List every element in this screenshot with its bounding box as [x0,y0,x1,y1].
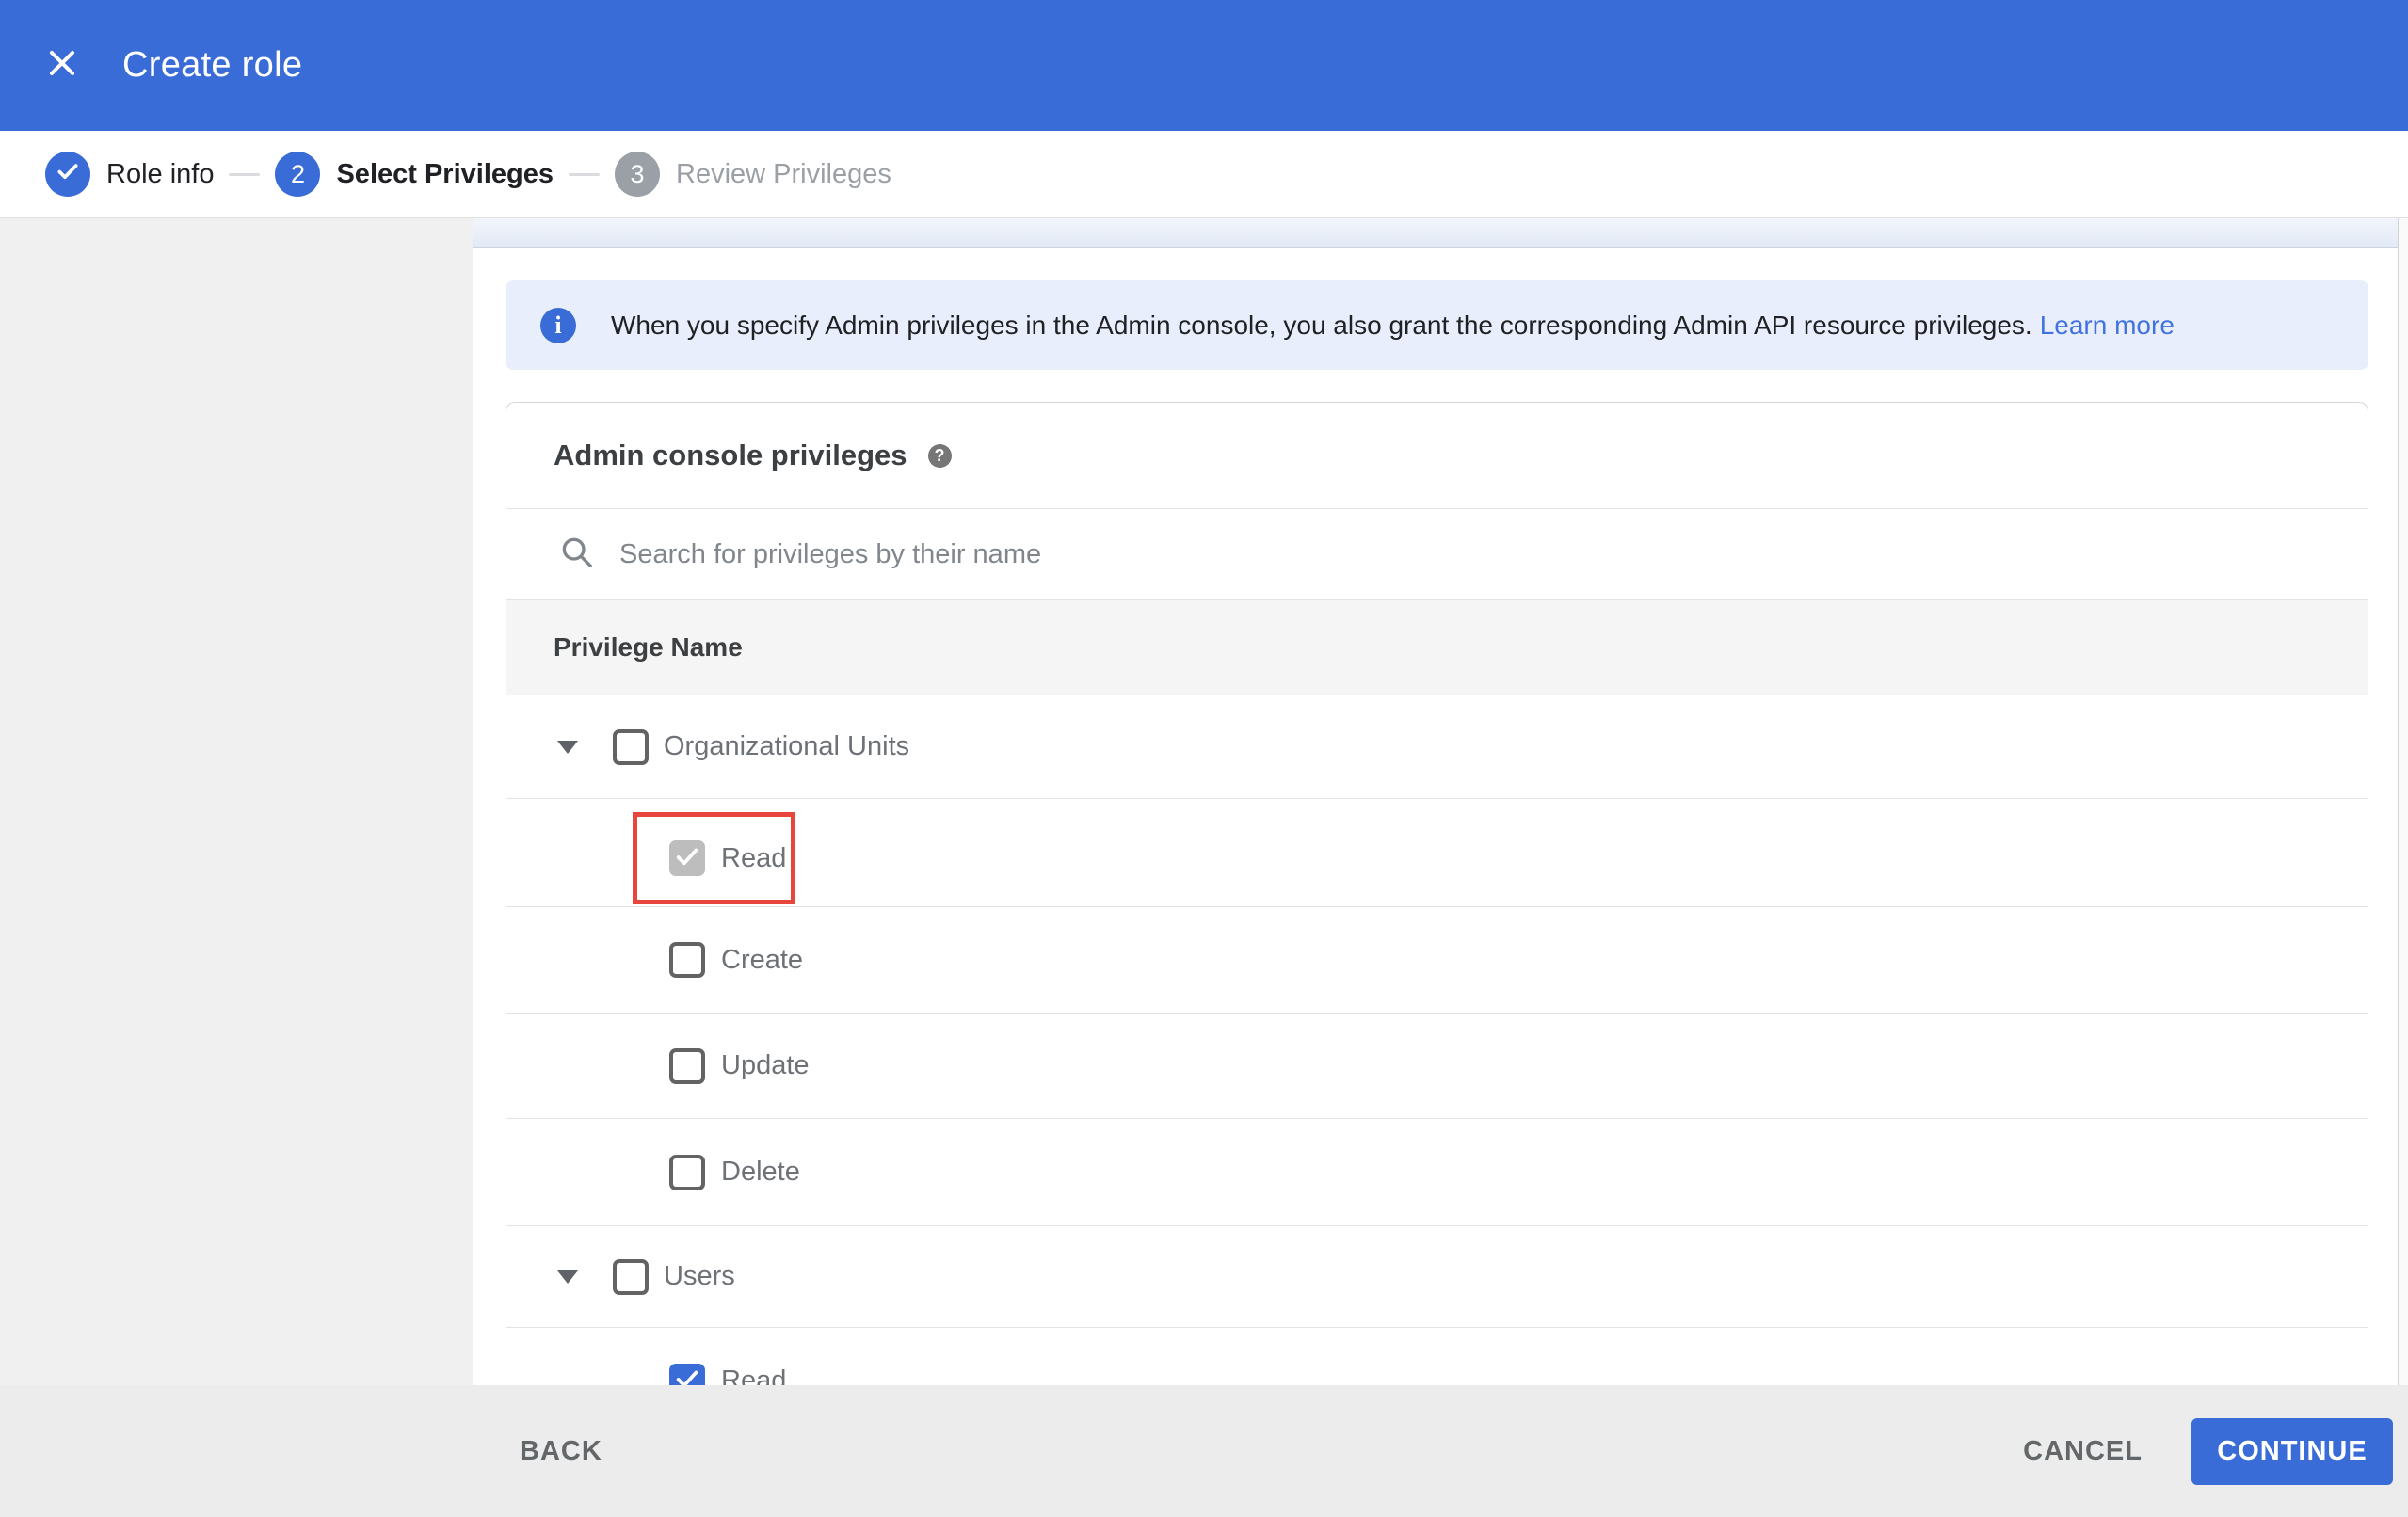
learn-more-link[interactable]: Learn more [2040,311,2175,340]
content-area: i When you specify Admin privileges in t… [0,218,2408,1385]
row-label: Users [664,1261,735,1291]
step2-label: Select Privileges [336,158,554,189]
step-connector [229,172,261,176]
row-label: Delete [721,1157,800,1187]
search-input[interactable] [619,538,2126,570]
page-title: Create role [122,45,303,85]
check-icon [673,842,701,875]
checkbox-organizational-units[interactable] [613,728,649,765]
step3-number-circle: 3 [615,152,660,197]
step-select-privileges[interactable]: 2 Select Privileges [275,152,554,197]
step1-label: Role info [106,158,215,189]
banner-text: When you specify Admin privileges in the… [611,311,2175,341]
privileges-card: Admin console privileges ? Privilege Nam… [506,402,2368,1385]
step3-number: 3 [630,159,645,188]
check-icon [56,159,80,190]
row-label: Create [721,944,804,975]
checkbox-ou-update[interactable] [669,1047,705,1084]
back-button[interactable]: BACK [497,1419,625,1484]
row-ou-create: Create [506,907,2368,1014]
row-ou-update: Update [506,1014,2368,1119]
cancel-button[interactable]: CANCEL [2000,1419,2165,1484]
checkbox-ou-create[interactable] [669,942,705,978]
row-label: Read [721,842,787,873]
step3-label: Review Privileges [676,158,891,189]
info-icon: i [540,307,576,343]
left-empty-panel [0,218,473,1385]
row-ou-read: Read [506,799,2368,907]
step-review-privileges[interactable]: 3 Review Privileges [615,152,891,197]
card-title-row: Admin console privileges ? [506,403,2368,509]
search-icon [558,534,596,576]
table-header: Privilege Name [506,600,2368,695]
banner-message: When you specify Admin privileges in the… [611,310,2032,340]
step2-number: 2 [290,159,305,188]
scrollbar[interactable] [2398,218,2408,1385]
stepper: Role info 2 Select Privileges 3 Review P… [0,131,2408,218]
checkbox-ou-read[interactable] [669,840,705,876]
continue-button[interactable]: CONTINUE [2191,1417,2393,1485]
step2-number-circle: 2 [275,152,321,197]
checkbox-users[interactable] [613,1258,649,1295]
step-role-info[interactable]: Role info [45,152,214,197]
main-column: i When you specify Admin privileges in t… [506,218,2368,1385]
step-connector [569,172,600,176]
close-icon [46,47,78,84]
info-banner: i When you specify Admin privileges in t… [506,280,2368,370]
checkbox-users-read[interactable] [669,1363,705,1385]
step1-check-circle [45,152,90,197]
collapse-arrow-icon[interactable] [557,1269,578,1284]
row-label: Organizational Units [664,731,910,761]
footer-bar: BACK CANCEL CONTINUE [0,1385,2408,1517]
card-title: Admin console privileges [554,439,907,471]
highlight-rectangle: Read [633,812,795,904]
row-users-read: Read [506,1328,2368,1385]
checkbox-ou-delete[interactable] [669,1154,705,1190]
help-icon[interactable]: ? [927,443,952,468]
column-header-privilege-name: Privilege Name [554,632,743,662]
footer-right-group: CANCEL CONTINUE [2000,1417,2408,1485]
search-row [506,509,2368,600]
row-ou-delete: Delete [506,1119,2368,1226]
close-button[interactable] [32,36,92,96]
row-label: Read [721,1365,787,1385]
appbar: Create role [0,0,2408,131]
collapse-arrow-icon[interactable] [557,740,578,754]
row-label: Update [721,1050,810,1080]
row-users: Users [506,1226,2368,1328]
row-organizational-units: Organizational Units [506,695,2368,799]
check-icon [673,1365,701,1385]
